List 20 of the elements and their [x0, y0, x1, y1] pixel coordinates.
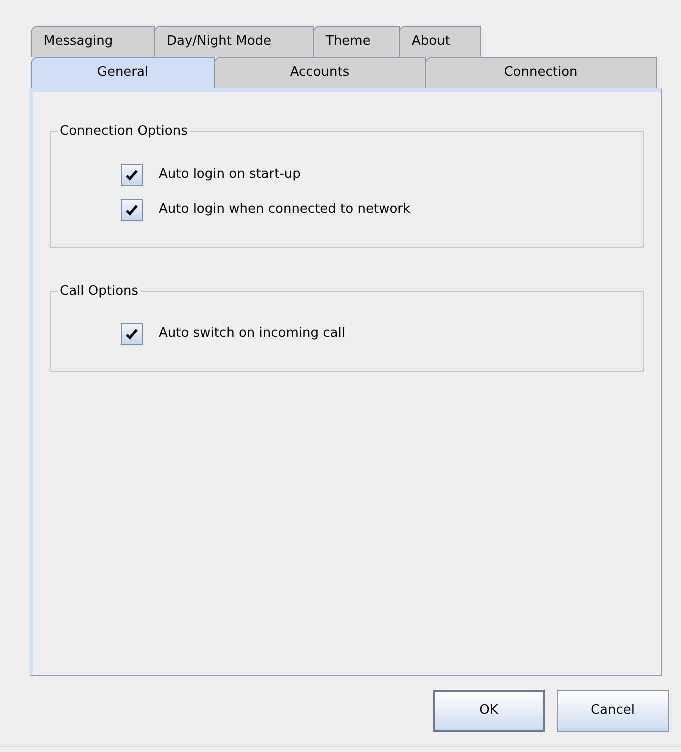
check-icon	[126, 328, 138, 340]
tab[interactable]: Day/Night Mode	[154, 26, 314, 57]
tab[interactable]: Connection	[425, 57, 657, 88]
checkbox-label: Auto switch on incoming call	[159, 325, 346, 344]
check-icon	[126, 168, 138, 180]
dialog-button[interactable]: OK	[433, 690, 545, 732]
checkbox[interactable]	[121, 323, 143, 345]
group-title: Connection Options	[59, 123, 189, 141]
dialog-button[interactable]: Cancel	[557, 690, 669, 732]
tab[interactable]: Theme	[313, 26, 400, 57]
check-icon	[126, 204, 138, 216]
checkbox-label: Auto login when connected to network	[159, 200, 411, 219]
checkbox[interactable]	[121, 164, 143, 186]
tab[interactable]: Messaging	[31, 26, 155, 57]
tab[interactable]: About	[399, 26, 481, 57]
tab[interactable]: Accounts	[214, 57, 426, 88]
group-title: Call Options	[59, 282, 140, 300]
checkbox[interactable]	[121, 198, 143, 220]
checkbox-label: Auto login on start-up	[159, 166, 301, 184]
tab[interactable]: General	[31, 57, 215, 88]
